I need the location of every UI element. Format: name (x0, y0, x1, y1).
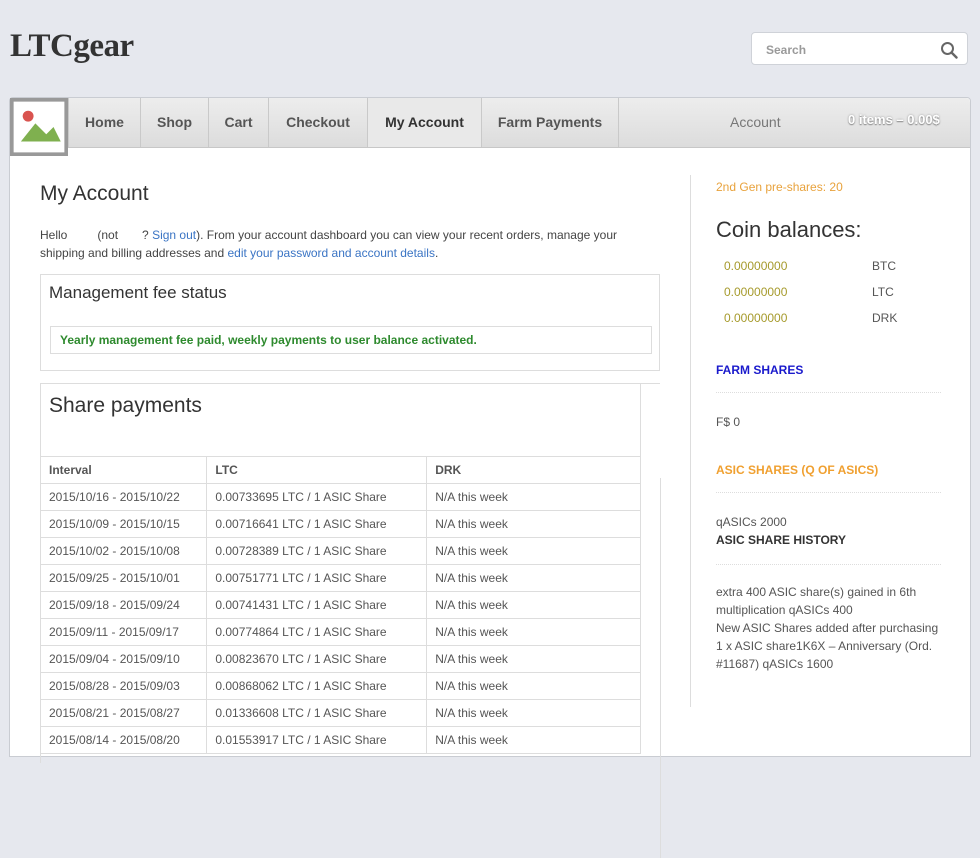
interval-cell: 2015/08/21 - 2015/08/27 (41, 699, 208, 727)
drk-cell: N/A this week (426, 699, 641, 727)
table-row: 2015/09/18 - 2015/09/24 0.00741431 LTC / … (41, 591, 641, 619)
interval-cell: 2015/10/02 - 2015/10/08 (41, 537, 208, 565)
table-row: 2015/10/16 - 2015/10/22 0.00733695 LTC / … (41, 483, 641, 511)
balance-amount: 0.00000000 (724, 285, 788, 299)
balance-currency: BTC (872, 259, 896, 273)
drk-cell: N/A this week (426, 672, 641, 700)
nav-shop[interactable]: Shop (141, 98, 209, 147)
col-interval: Interval (41, 456, 208, 484)
main-nav: Home Shop Cart Checkout My Account Farm … (10, 98, 970, 156)
asic-shares-heading: ASIC SHARES (Q OF ASICS) (716, 463, 879, 477)
nav-cart[interactable]: Cart (209, 98, 269, 147)
balance-currency: DRK (872, 311, 898, 325)
table-row: 2015/08/28 - 2015/09/03 0.00868062 LTC / … (41, 672, 641, 700)
table-row: 2015/09/04 - 2015/09/10 0.00823670 LTC / … (41, 645, 641, 673)
drk-cell: N/A this week (426, 618, 641, 646)
site-logo[interactable]: LTCgear (10, 28, 134, 65)
intro-end: . (434, 246, 439, 260)
col-ltc: LTC (206, 456, 428, 484)
history-entry: New ASIC Shares added after purchasing 1… (716, 621, 939, 671)
ltc-cell: 0.01553917 LTC / 1 ASIC Share (206, 726, 428, 754)
account-intro: Hello (not? Sign out). From your account … (40, 226, 640, 262)
nav-cart-summary[interactable]: 0 items – 0.00$ (848, 112, 940, 127)
management-fee-title: Management fee status (49, 283, 227, 302)
drk-cell: N/A this week (426, 726, 641, 754)
nav-my-account[interactable]: My Account (368, 98, 482, 147)
interval-cell: 2015/09/04 - 2015/09/10 (41, 645, 208, 673)
asic-history-heading: ASIC SHARE HISTORY (716, 533, 847, 547)
drk-cell: N/A this week (426, 564, 641, 592)
coin-balances-title: Coin balances: (716, 217, 862, 242)
share-payments-panel: Share payments Interval LTC DRK 2015/10/… (40, 383, 660, 763)
nav-home[interactable]: Home (69, 98, 141, 147)
balance-row: 0.00000000 BTC (724, 259, 934, 275)
share-payments-table: Interval LTC DRK 2015/10/16 - 2015/10/22… (41, 456, 641, 754)
interval-cell: 2015/09/25 - 2015/10/01 (41, 564, 208, 592)
ltc-cell: 0.00716641 LTC / 1 ASIC Share (206, 510, 428, 538)
search-input[interactable] (764, 41, 928, 59)
share-payments-title: Share payments (49, 394, 202, 417)
table-row: 2015/08/14 - 2015/08/20 0.01553917 LTC / … (41, 726, 641, 754)
broken-image-icon (10, 98, 68, 156)
table-row: 2015/09/11 - 2015/09/17 0.00774864 LTC / … (41, 618, 641, 646)
main-frame: Home Shop Cart Checkout My Account Farm … (9, 97, 971, 858)
sidebar: 2nd Gen pre-shares: 20 Coin balances: 0.… (690, 175, 941, 707)
panel-divider (640, 384, 641, 456)
drk-cell: N/A this week (426, 537, 641, 565)
management-fee-message: Yearly management fee paid, weekly payme… (50, 326, 652, 354)
interval-cell: 2015/09/11 - 2015/09/17 (41, 618, 208, 646)
table-header-row: Interval LTC DRK (41, 456, 641, 484)
intro-q: ? (142, 228, 149, 242)
search-icon[interactable] (940, 41, 958, 59)
drk-cell: N/A this week (426, 645, 641, 673)
balance-amount: 0.00000000 (724, 311, 788, 325)
intro-not: (not (97, 228, 119, 242)
divider (716, 564, 941, 565)
qasics-value: qASICs 2000 (716, 515, 787, 529)
nav-account-link[interactable]: Account (730, 98, 781, 147)
drk-cell: N/A this week (426, 483, 641, 511)
table-row: 2015/08/21 - 2015/08/27 0.01336608 LTC / … (41, 699, 641, 727)
ltc-cell: 0.00733695 LTC / 1 ASIC Share (206, 483, 428, 511)
table-edge-line (660, 478, 661, 858)
drk-cell: N/A this week (426, 591, 641, 619)
interval-cell: 2015/10/09 - 2015/10/15 (41, 510, 208, 538)
balance-amount: 0.00000000 (724, 259, 788, 273)
nav-logo-item[interactable] (10, 98, 69, 156)
balance-currency: LTC (872, 285, 894, 299)
search-box (751, 32, 968, 65)
table-row: 2015/10/02 - 2015/10/08 0.00728389 LTC / … (41, 537, 641, 565)
page-title: My Account (40, 182, 149, 205)
farm-shares-heading: FARM SHARES (716, 363, 804, 377)
balance-row: 0.00000000 DRK (724, 311, 934, 327)
ltc-cell: 0.00823670 LTC / 1 ASIC Share (206, 645, 428, 673)
divider (716, 492, 941, 493)
ltc-cell: 0.00868062 LTC / 1 ASIC Share (206, 672, 428, 700)
nav-farm-payments[interactable]: Farm Payments (482, 98, 619, 147)
farm-shares-value: F$ 0 (716, 415, 741, 429)
history-entry: extra 400 ASIC share(s) gained in 6th mu… (716, 585, 917, 617)
table-row: 2015/09/25 - 2015/10/01 0.00751771 LTC / … (41, 564, 641, 592)
interval-cell: 2015/08/14 - 2015/08/20 (41, 726, 208, 754)
edit-account-link[interactable]: edit your password and account details (227, 246, 434, 260)
col-drk: DRK (426, 456, 641, 484)
ltc-cell: 0.00741431 LTC / 1 ASIC Share (206, 591, 428, 619)
balance-row: 0.00000000 LTC (724, 285, 934, 301)
sign-out-link[interactable]: Sign out (152, 228, 196, 242)
drk-cell: N/A this week (426, 510, 641, 538)
interval-cell: 2015/08/28 - 2015/09/03 (41, 672, 208, 700)
table-row: 2015/10/09 - 2015/10/15 0.00716641 LTC / … (41, 510, 641, 538)
pre-shares-text: 2nd Gen pre-shares: 20 (716, 180, 843, 194)
divider (716, 392, 941, 393)
interval-cell: 2015/09/18 - 2015/09/24 (41, 591, 208, 619)
interval-cell: 2015/10/16 - 2015/10/22 (41, 483, 208, 511)
ltc-cell: 0.00774864 LTC / 1 ASIC Share (206, 618, 428, 646)
management-fee-panel: Management fee status Yearly management … (40, 274, 660, 371)
ltc-cell: 0.00751771 LTC / 1 ASIC Share (206, 564, 428, 592)
intro-hello: Hello (40, 228, 68, 242)
ltc-cell: 0.00728389 LTC / 1 ASIC Share (206, 537, 428, 565)
nav-checkout[interactable]: Checkout (269, 98, 368, 147)
ltc-cell: 0.01336608 LTC / 1 ASIC Share (206, 699, 428, 727)
